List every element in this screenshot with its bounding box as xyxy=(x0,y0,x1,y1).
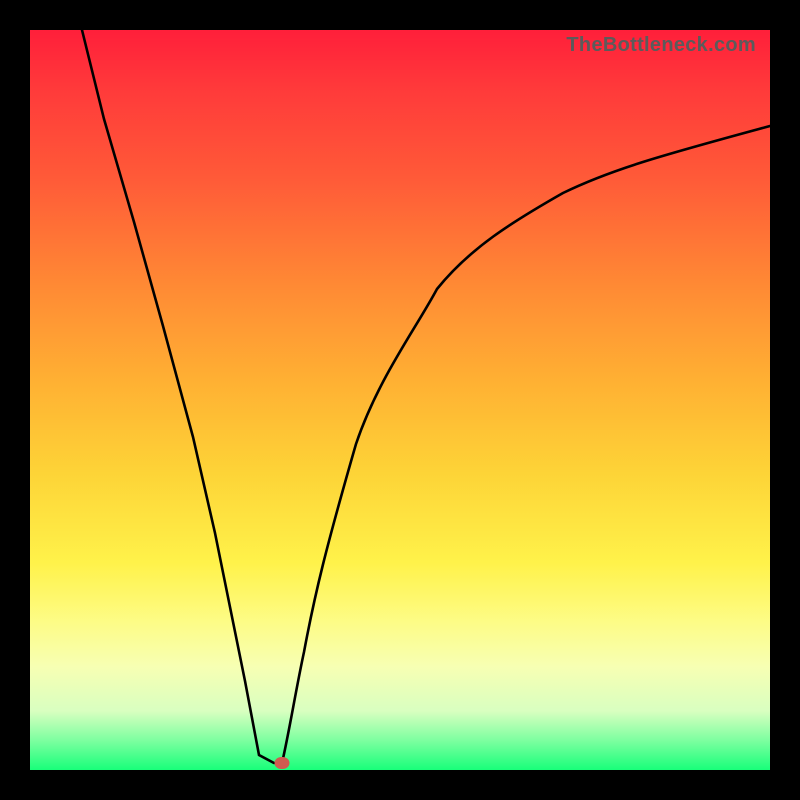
chart-plot-area: TheBottleneck.com xyxy=(30,30,770,770)
minimum-marker-icon xyxy=(275,757,290,769)
curve-right-path xyxy=(282,126,770,763)
bottleneck-curve xyxy=(30,30,770,770)
chart-stage: TheBottleneck.com xyxy=(0,0,800,800)
curve-left-path xyxy=(82,30,274,763)
